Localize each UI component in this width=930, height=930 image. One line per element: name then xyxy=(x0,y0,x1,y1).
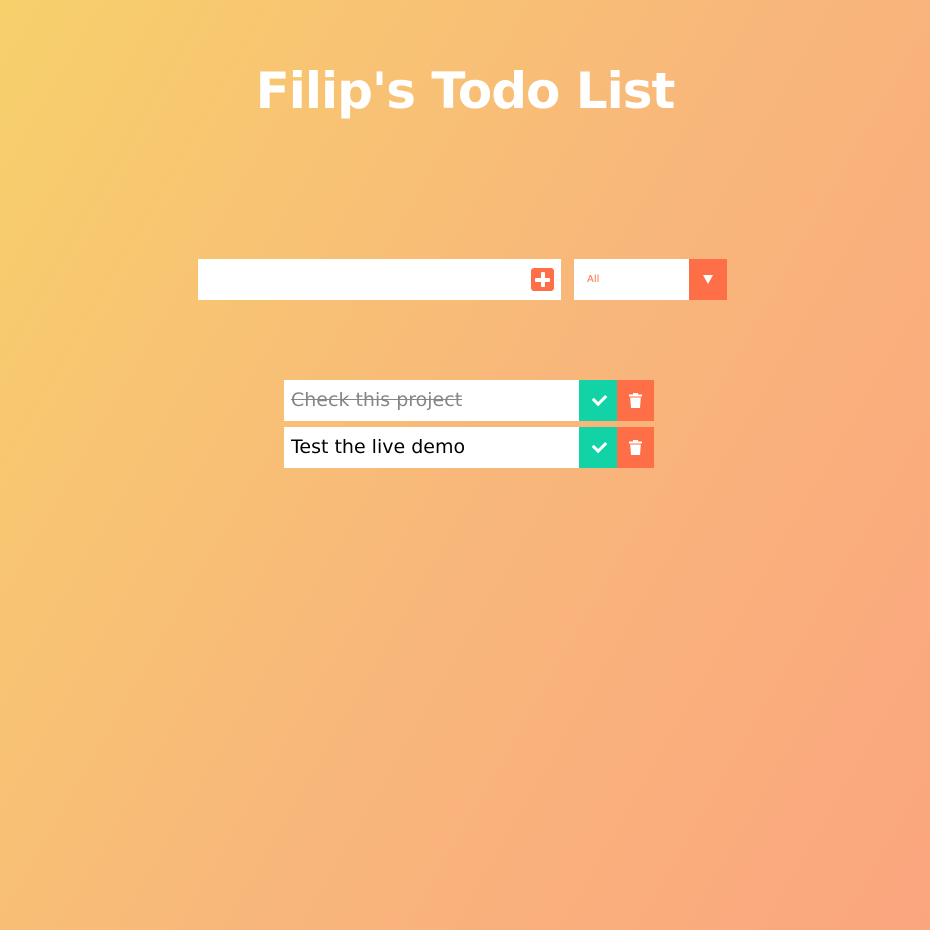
delete-button[interactable] xyxy=(617,427,654,468)
filter-selected-value: All xyxy=(587,274,600,285)
todo-input[interactable] xyxy=(198,259,518,300)
todo-text: Test the live demo xyxy=(291,436,466,458)
complete-button[interactable] xyxy=(579,380,617,421)
todo-list: Check this project Test the live demo xyxy=(284,380,654,474)
trash-icon xyxy=(629,440,642,455)
trash-icon xyxy=(629,393,642,408)
chevron-down-icon xyxy=(703,275,713,284)
add-todo-form xyxy=(198,259,561,300)
delete-button[interactable] xyxy=(617,380,654,421)
todo-item: Test the live demo xyxy=(284,427,654,468)
filter-select[interactable]: All xyxy=(574,259,727,300)
filter-dropdown-button[interactable] xyxy=(689,259,727,300)
check-icon xyxy=(591,437,608,454)
check-icon xyxy=(591,390,608,407)
add-todo-button[interactable] xyxy=(531,268,554,291)
plus-square-icon xyxy=(531,268,554,291)
complete-button[interactable] xyxy=(579,427,617,468)
page-title: Filip's Todo List xyxy=(255,62,676,120)
todo-item: Check this project xyxy=(284,380,654,421)
todo-text: Check this project xyxy=(291,389,463,411)
